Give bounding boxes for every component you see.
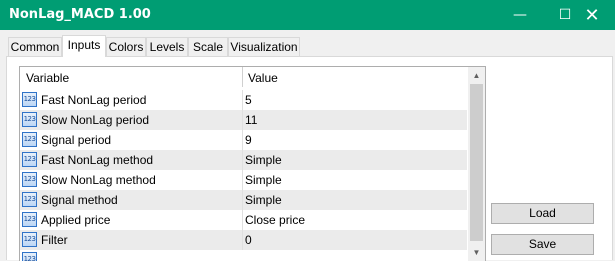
- table-row[interactable]: 123 Signal period 9: [20, 130, 467, 150]
- integer-type-icon: 123: [22, 232, 37, 247]
- table-row[interactable]: 123 Signal method Simple: [20, 190, 467, 210]
- integer-type-icon: 123: [22, 172, 37, 187]
- cell-divider: [242, 90, 243, 110]
- table-row[interactable]: 123: [20, 250, 467, 261]
- window-title: NonLag_MACD 1.00: [9, 7, 151, 22]
- table-row[interactable]: 123 Fast NonLag period 5: [20, 90, 467, 110]
- integer-type-icon: 123: [22, 92, 37, 107]
- tab-common[interactable]: Common: [8, 37, 62, 56]
- minimize-button[interactable]: —: [497, 0, 543, 30]
- tab-colors[interactable]: Colors: [106, 37, 146, 56]
- integer-type-icon: 123: [22, 192, 37, 207]
- cell-divider: [242, 230, 243, 250]
- scrollbar-thumb[interactable]: [470, 84, 483, 241]
- cell-divider: [242, 170, 243, 190]
- table-row[interactable]: 123 Filter 0: [20, 230, 467, 250]
- tab-inputs[interactable]: Inputs: [62, 35, 106, 57]
- cell-divider: [242, 190, 243, 210]
- variable-name: Slow NonLag method: [41, 173, 156, 187]
- integer-type-icon: 123: [22, 132, 37, 147]
- tab-levels[interactable]: Levels: [146, 37, 188, 56]
- column-divider[interactable]: [242, 67, 243, 87]
- cell-divider: [242, 150, 243, 170]
- load-button[interactable]: Load: [491, 203, 594, 224]
- variable-name: Fast NonLag method: [41, 153, 154, 167]
- variable-name: Filter: [41, 233, 68, 247]
- integer-type-icon: 123: [22, 152, 37, 167]
- table-row[interactable]: 123 Applied price Close price: [20, 210, 467, 230]
- variable-name: Slow NonLag period: [41, 113, 150, 127]
- grid-rows: 123 Fast NonLag period 5 123 Slow NonLag…: [20, 90, 467, 261]
- variable-value[interactable]: Simple: [245, 193, 282, 207]
- variable-column-header[interactable]: Variable: [26, 71, 69, 85]
- cell-divider: [242, 210, 243, 230]
- grid-header: Variable Value: [20, 67, 467, 87]
- variable-name: Signal period: [41, 133, 112, 147]
- variable-value[interactable]: Simple: [245, 153, 282, 167]
- tab-strip: Common Inputs Colors Levels Scale Visual…: [0, 35, 615, 57]
- integer-type-icon: 123: [22, 112, 37, 127]
- tab-scale[interactable]: Scale: [188, 37, 228, 56]
- cell-divider: [242, 130, 243, 150]
- variable-value[interactable]: Close price: [245, 213, 305, 227]
- variable-value[interactable]: 9: [245, 133, 252, 147]
- variable-name: Fast NonLag period: [41, 93, 147, 107]
- variable-name: Applied price: [41, 213, 111, 227]
- close-button[interactable]: ✕: [569, 0, 615, 30]
- integer-type-icon: 123: [22, 212, 37, 227]
- variable-value[interactable]: 0: [245, 233, 252, 247]
- table-row[interactable]: 123 Fast NonLag method Simple: [20, 150, 467, 170]
- save-button[interactable]: Save: [491, 234, 594, 255]
- variable-value[interactable]: 11: [245, 113, 257, 127]
- table-row[interactable]: 123 Slow NonLag method Simple: [20, 170, 467, 190]
- variable-name: Signal method: [41, 193, 118, 207]
- cell-divider: [242, 110, 243, 130]
- scroll-up-icon[interactable]: ▲: [468, 67, 485, 84]
- inputs-grid: Variable Value 123 Fast NonLag period 5 …: [19, 66, 486, 261]
- vertical-scrollbar[interactable]: ▲ ▼: [468, 67, 485, 261]
- title-bar: NonLag_MACD 1.00 — ☐ ✕: [0, 0, 615, 30]
- table-row[interactable]: 123 Slow NonLag period 11: [20, 110, 467, 130]
- scroll-down-icon[interactable]: ▼: [468, 244, 485, 261]
- tab-visualization[interactable]: Visualization: [228, 37, 300, 56]
- variable-value[interactable]: 5: [245, 93, 252, 107]
- value-column-header[interactable]: Value: [248, 71, 278, 85]
- variable-value[interactable]: Simple: [245, 173, 282, 187]
